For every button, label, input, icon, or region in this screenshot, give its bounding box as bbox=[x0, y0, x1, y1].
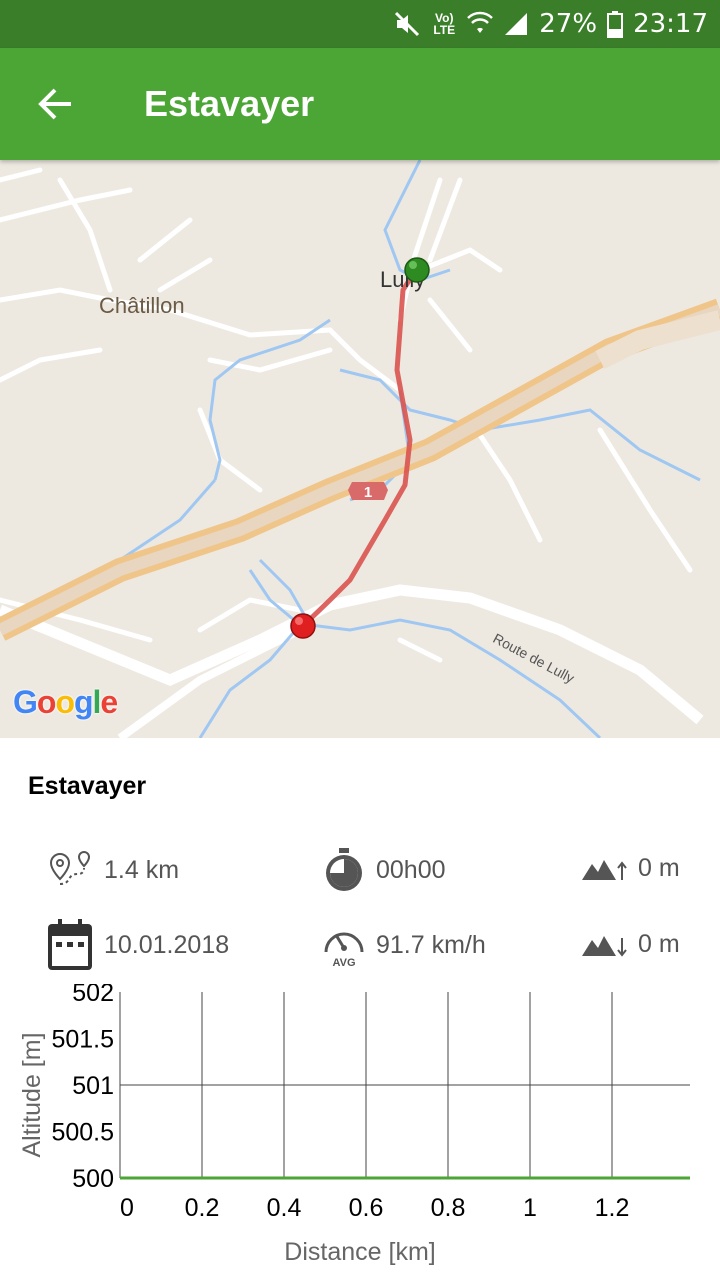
app-bar: Estavayer bbox=[0, 48, 720, 160]
network-type: Vo) LTE bbox=[433, 11, 456, 37]
wifi-icon bbox=[467, 11, 494, 33]
y-tick-label: 500.5 bbox=[51, 1119, 114, 1147]
route-map[interactable]: 1 Châtillon Lully Route de Lully Google bbox=[0, 160, 720, 738]
stopwatch-icon bbox=[326, 848, 362, 891]
y-tick-label: 501 bbox=[72, 1072, 114, 1100]
x-tick-label: 0.2 bbox=[185, 1194, 220, 1222]
ascent-value: 0 m bbox=[638, 853, 680, 882]
map-canvas: 1 bbox=[0, 160, 720, 738]
route-distance-icon bbox=[49, 850, 91, 885]
altitude-chart: 500 500.5 501 501.5 502 0 0.2 0.4 0.6 0.8 1 1.2 Dist… bbox=[0, 984, 720, 1280]
distance-stat: 1.4 km bbox=[46, 850, 179, 890]
x-tick-label: 1 bbox=[523, 1194, 537, 1222]
avg-speed-value: 91.7 km/h bbox=[376, 930, 486, 959]
back-button[interactable] bbox=[0, 48, 110, 160]
y-tick-label: 501.5 bbox=[51, 1026, 114, 1054]
battery-icon bbox=[607, 11, 624, 38]
speedometer-icon: AVG bbox=[324, 932, 364, 968]
duration-stat: 00h00 bbox=[322, 847, 446, 893]
x-tick-label: 0.8 bbox=[431, 1194, 466, 1222]
calendar-icon bbox=[48, 919, 92, 970]
route-name: Estavayer bbox=[28, 772, 147, 800]
distance-value: 1.4 km bbox=[104, 855, 180, 884]
duration-value: 00h00 bbox=[376, 855, 446, 884]
battery-percent: 27% bbox=[539, 9, 598, 39]
signal-icon bbox=[505, 13, 528, 35]
y-tick-label: 502 bbox=[72, 984, 114, 1007]
y-tick-label: 500 bbox=[72, 1165, 114, 1193]
status-bar: Vo) LTE 27% 23:17 bbox=[0, 0, 720, 48]
x-axis-label: Distance [km] bbox=[284, 1238, 435, 1266]
descent-stat: 0 m bbox=[582, 926, 680, 962]
ascent-stat: 0 m bbox=[582, 850, 680, 886]
clock: 23:17 bbox=[633, 9, 708, 39]
x-tick-label: 1.2 bbox=[595, 1194, 630, 1222]
start-marker[interactable] bbox=[403, 256, 431, 284]
altitude-chart-svg: 500 500.5 501 501.5 502 0 0.2 0.4 0.6 0.8 1 1.2 Dist… bbox=[18, 984, 690, 1266]
x-tick-label: 0.6 bbox=[349, 1194, 384, 1222]
end-marker[interactable] bbox=[289, 612, 317, 640]
ascent-icon bbox=[582, 860, 627, 880]
y-axis-label: Altitude [m] bbox=[18, 1032, 46, 1157]
date-value: 10.01.2018 bbox=[104, 930, 230, 959]
date-stat: 10.01.2018 bbox=[46, 918, 229, 972]
avg-speed-stat: AVG 91.7 km/h bbox=[322, 922, 486, 968]
x-tick-label: 0.4 bbox=[267, 1194, 302, 1222]
x-tick-label: 0 bbox=[120, 1194, 134, 1222]
avg-badge: AVG bbox=[332, 957, 355, 968]
place-label-chatillon: Châtillon bbox=[99, 293, 185, 318]
descent-value: 0 m bbox=[638, 929, 680, 958]
arrow-back-icon bbox=[38, 88, 71, 120]
google-logo: Google bbox=[13, 684, 118, 720]
motorway-shield: 1 bbox=[364, 484, 372, 501]
descent-icon bbox=[582, 936, 627, 957]
page-title: Estavayer bbox=[144, 83, 315, 124]
mute-icon bbox=[395, 11, 420, 37]
